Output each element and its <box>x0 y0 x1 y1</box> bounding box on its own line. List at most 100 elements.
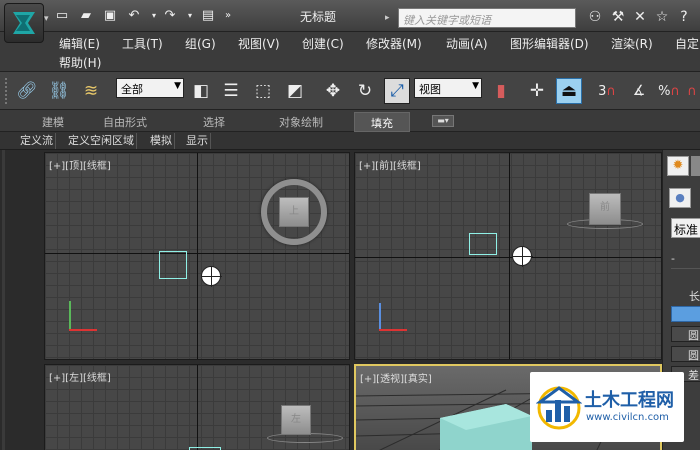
percent-snap-icon[interactable]: % ∩ <box>656 78 682 104</box>
menu-view[interactable]: 视图(V) <box>238 35 280 52</box>
menu-modifiers[interactable]: 修改器(M) <box>366 35 422 52</box>
app-menu-button[interactable] <box>4 3 44 43</box>
bind-space-warp-icon[interactable]: ≋ <box>78 78 104 104</box>
pivot-center-icon[interactable]: ▮ <box>488 78 514 104</box>
menu-animation[interactable]: 动画(A) <box>446 35 488 52</box>
viewport-label[interactable]: [+][前][线框] <box>359 157 421 172</box>
window-crossing-icon[interactable]: ◩ <box>282 78 308 104</box>
grid-axis-y <box>197 153 198 359</box>
selection-filter-dropdown[interactable]: 全部 ▼ <box>116 78 184 98</box>
object-type-dropdown[interactable]: 标准 <box>671 218 700 238</box>
menu-edit[interactable]: 编辑(E) <box>59 35 100 52</box>
watermark-logo-icon <box>536 386 582 430</box>
magnet-icon: ∩ <box>670 83 680 99</box>
axis-tripod-x <box>69 329 97 331</box>
geometry-icon[interactable]: ● <box>669 188 691 208</box>
undo-icon[interactable]: ↶ <box>126 8 142 24</box>
menu-help[interactable]: 帮助(H) <box>59 54 101 71</box>
viewport-front[interactable]: [+][前][线框] 前 <box>354 152 662 360</box>
spinner-snap-icon[interactable]: ∩ <box>684 78 700 104</box>
tab-freeform[interactable]: 自由形式 <box>103 114 147 130</box>
magnet-icon: ∩ <box>606 83 616 99</box>
project-icon[interactable]: ▤ <box>200 8 216 24</box>
select-by-name-icon[interactable]: ☰ <box>218 78 244 104</box>
tab-modeling[interactable]: 建模 <box>42 114 64 130</box>
watermark-url: www.civilcn.com <box>586 412 669 423</box>
grid-axis-y <box>197 365 198 450</box>
open-folder-icon[interactable]: ▰ <box>78 8 94 24</box>
binoculars-icon[interactable]: ⚇ <box>585 8 605 26</box>
menu-tools[interactable]: 工具(T) <box>122 35 163 52</box>
tab-object-paint[interactable]: 对象绘制 <box>279 114 323 130</box>
menu-group[interactable]: 组(G) <box>185 35 216 52</box>
angle-snap-icon[interactable]: ∡ <box>626 78 652 104</box>
save-icon[interactable]: ▣ <box>102 8 118 24</box>
cursor-crosshair-icon <box>201 266 222 287</box>
ribbon-options-icon[interactable]: ▬▾ <box>432 115 454 127</box>
chevron-down-icon: ▼ <box>174 81 181 91</box>
object-button[interactable]: 圆 <box>671 326 700 342</box>
wrench-icon[interactable]: ⚒ <box>608 8 628 26</box>
search-input[interactable]: 键入关键字或短语 <box>398 8 576 28</box>
viewcube-icon[interactable]: 上 <box>279 197 309 227</box>
tab-selection[interactable]: 选择 <box>203 114 225 130</box>
menu-rendering[interactable]: 渲染(R) <box>611 35 653 52</box>
object-button[interactable]: 圆 <box>671 346 700 362</box>
favorites-star-icon[interactable]: ☆ <box>652 8 672 26</box>
menu-create[interactable]: 创建(C) <box>302 35 344 52</box>
viewport-left[interactable]: [+][左][线框] 左 <box>44 364 350 450</box>
rollout-collapse-icon[interactable]: - <box>671 252 700 266</box>
select-move-icon[interactable]: ✥ <box>320 78 346 104</box>
keyboard-shortcut-override-icon[interactable]: ⏏ <box>556 78 582 104</box>
create-tab-icon[interactable]: ✹ <box>667 156 689 176</box>
selected-box-wireframe[interactable] <box>159 251 187 279</box>
exchange-icon[interactable]: ✕ <box>630 8 650 26</box>
redo-icon[interactable]: ↷ <box>162 8 178 24</box>
more-tools-icon[interactable]: » <box>220 8 236 24</box>
selected-box-wireframe[interactable] <box>469 233 497 255</box>
reference-coordinate-dropdown[interactable]: 视图 ▼ <box>414 78 482 98</box>
select-object-icon[interactable]: ◧ <box>188 78 214 104</box>
axis-tripod-x <box>379 329 407 331</box>
new-file-icon[interactable]: ▭ <box>54 8 70 24</box>
watermark: 土木工程网 www.civilcn.com <box>530 372 684 442</box>
selection-filter-value: 全部 <box>121 83 143 96</box>
undo-dropdown-icon[interactable]: ▾ <box>146 8 162 24</box>
select-manipulate-icon[interactable]: ✛ <box>524 78 550 104</box>
subtab-simulate[interactable]: 模拟 <box>148 133 175 149</box>
menu-bar: 编辑(E) 工具(T) 组(G) 视图(V) 创建(C) 修改器(M) 动画(A… <box>0 32 700 72</box>
left-gutter <box>0 150 44 450</box>
unlink-icon[interactable]: ⛓︎ <box>46 78 72 104</box>
rectangular-selection-icon[interactable]: ⬚ <box>250 78 276 104</box>
viewport-label[interactable]: [+][左][线框] <box>49 369 111 384</box>
sub-tabs: 定义流 定义空闲区域 模拟 显示 <box>0 132 700 150</box>
tab-populate[interactable]: 填充 <box>354 112 410 132</box>
redo-dropdown-icon[interactable]: ▾ <box>182 8 198 24</box>
viewcube-icon[interactable]: 前 <box>589 193 621 225</box>
subtab-define-idle-areas[interactable]: 定义空闲区域 <box>66 133 137 149</box>
menu-graph-editors[interactable]: 图形编辑器(D) <box>510 35 589 52</box>
viewport-top[interactable]: [+][顶][线框] 上 <box>44 152 350 360</box>
document-title: 无标题 <box>300 10 337 24</box>
watermark-title: 土木工程网 <box>584 390 674 411</box>
subtab-display[interactable]: 显示 <box>184 133 211 149</box>
viewcube-icon[interactable]: 左 <box>281 405 311 435</box>
modify-tab-icon[interactable] <box>691 156 700 176</box>
viewport-label[interactable]: [+][顶][线框] <box>49 157 111 172</box>
help-icon[interactable]: ? <box>674 8 694 26</box>
app-menu-chevron-icon[interactable]: ▾ <box>44 14 49 24</box>
app-logo-icon <box>13 12 35 34</box>
title-bar: ▾ ▭ ▰ ▣ ↶ ▾ ↷ ▾ ▤ » 无标题 ▸ 键入关键字或短语 ⚇ ⚒ ✕… <box>0 0 700 43</box>
subtab-define-flows[interactable]: 定义流 <box>18 133 56 149</box>
link-icon[interactable]: 🔗︎ <box>14 78 40 104</box>
reference-coordinate-value: 视图 <box>419 83 441 96</box>
selected-object-button[interactable] <box>671 306 700 322</box>
select-scale-icon[interactable]: ⤢ <box>384 78 410 104</box>
search-arrow-icon[interactable]: ▸ <box>385 9 397 27</box>
select-rotate-icon[interactable]: ↻ <box>352 78 378 104</box>
percent-snap-label: % <box>658 83 671 99</box>
toolbar-grip[interactable] <box>5 78 8 104</box>
grid-axis-z <box>509 153 510 359</box>
snaps-toggle-icon[interactable]: 3 ∩ <box>594 78 620 104</box>
menu-customize[interactable]: 自定 <box>675 35 699 52</box>
